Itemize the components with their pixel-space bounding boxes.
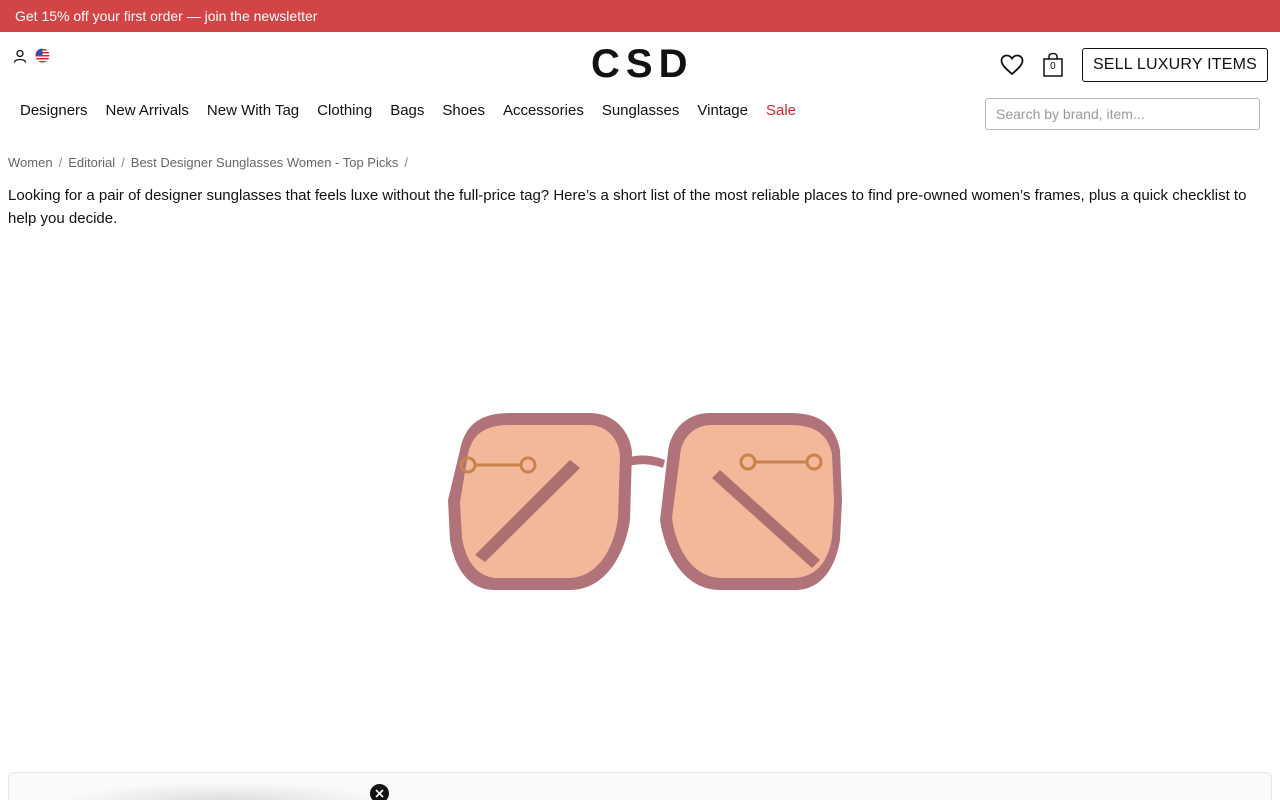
heart-icon[interactable]	[1000, 54, 1024, 76]
nav-item-sunglasses[interactable]: Sunglasses	[602, 101, 680, 121]
nav-item-sale[interactable]: Sale	[766, 101, 796, 121]
main-nav: Designers New Arrivals New With Tag Clot…	[20, 101, 814, 121]
search-input[interactable]	[985, 98, 1260, 130]
nav-item-designers[interactable]: Designers	[20, 101, 88, 121]
header-left-controls	[13, 48, 50, 63]
popup-shadow	[60, 782, 390, 800]
article-intro: Looking for a pair of designer sunglasse…	[8, 187, 1247, 227]
us-flag-icon[interactable]	[35, 48, 50, 63]
close-icon[interactable]	[370, 784, 389, 800]
user-icon[interactable]	[13, 49, 27, 63]
breadcrumb-separator: /	[404, 155, 408, 170]
breadcrumb-current[interactable]: Best Designer Sunglasses Women - Top Pic…	[131, 155, 399, 170]
nav-item-bags[interactable]: Bags	[390, 101, 424, 121]
nav-item-shoes[interactable]: Shoes	[442, 101, 485, 121]
shopping-bag-icon[interactable]: 0	[1042, 52, 1064, 78]
nav-item-accessories[interactable]: Accessories	[503, 101, 584, 121]
nav-item-clothing[interactable]: Clothing	[317, 101, 372, 121]
sunglasses-image	[420, 380, 860, 620]
nav-item-new-arrivals[interactable]: New Arrivals	[106, 101, 189, 121]
header-right-controls: 0 SELL LUXURY ITEMS	[1000, 48, 1268, 82]
cart-count: 0	[1050, 61, 1056, 72]
promo-banner[interactable]: Get 15% off your first order — join the …	[0, 0, 1280, 32]
breadcrumb: Women / Editorial / Best Designer Sungla…	[8, 155, 408, 170]
breadcrumb-separator: /	[121, 155, 125, 170]
breadcrumb-editorial[interactable]: Editorial	[68, 155, 115, 170]
sell-luxury-items-button[interactable]: SELL LUXURY ITEMS	[1081, 48, 1268, 82]
nav-item-vintage[interactable]: Vintage	[697, 101, 748, 121]
nav-item-new-with-tag[interactable]: New With Tag	[207, 101, 299, 121]
breadcrumb-women[interactable]: Women	[8, 155, 53, 170]
promo-text: Get 15% off your first order — join the …	[15, 8, 318, 24]
site-logo[interactable]: CSD	[591, 42, 691, 86]
breadcrumb-separator: /	[58, 155, 63, 170]
